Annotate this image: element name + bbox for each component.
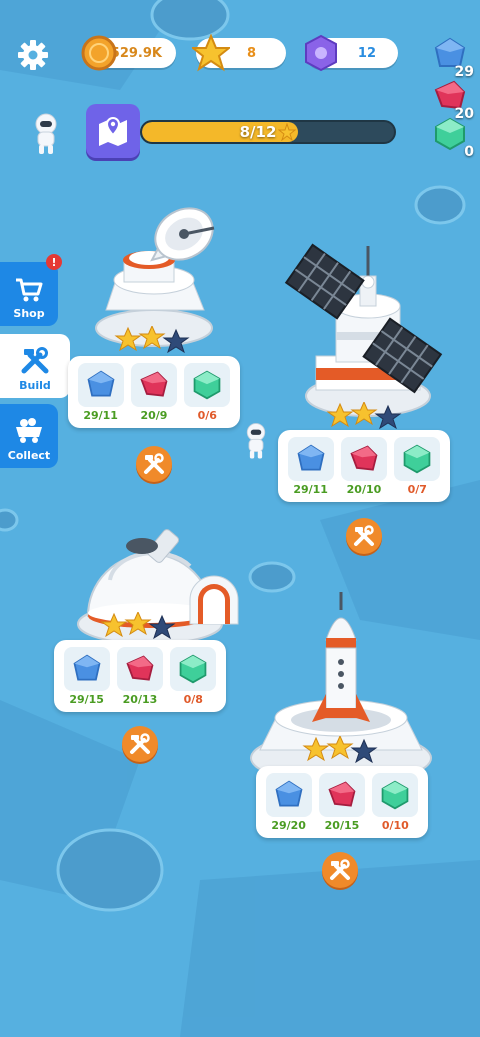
blue-crystal-progress: 29/20	[271, 818, 306, 832]
rocket-launchpad-stars	[302, 736, 378, 764]
moon-surface-background	[0, 0, 480, 1037]
build-label: Build	[19, 379, 51, 392]
progress-star-icon	[278, 123, 297, 141]
red-crystal-requirement: 20/15	[318, 772, 366, 832]
coin-counter: 529.9K	[81, 35, 176, 71]
teal-crystal-requirement: 0/6	[183, 362, 231, 422]
blue-crystal-requirement: 29/20	[265, 772, 313, 832]
red-crystal-icon	[140, 370, 168, 397]
blue-crystal-progress: 29/11	[293, 482, 328, 496]
red-crystal-progress: 20/15	[324, 818, 360, 832]
dome-observatory-requirements-card: 29/15 20/13 0/8	[54, 640, 226, 712]
solar-station-stars	[326, 402, 402, 430]
wrench-hammer-icon	[144, 453, 164, 474]
teal-crystal-icon	[403, 444, 431, 473]
blue-crystal-progress: 29/11	[83, 408, 118, 422]
shop-button[interactable]: Shop	[0, 262, 58, 326]
blue-crystal-icon	[87, 370, 115, 397]
blue-crystal-requirement: 29/11	[77, 362, 125, 422]
teal-crystal-icon	[193, 370, 221, 399]
teal-crystal-count: 0	[464, 144, 474, 160]
teal-crystal-requirement: 0/7	[393, 436, 441, 496]
teal-crystal-progress: 0/7	[407, 482, 427, 496]
wrench-hammer-icon	[354, 525, 374, 546]
teal-crystal-progress: 0/6	[197, 408, 217, 422]
coin-icon	[81, 35, 117, 71]
red-crystal-icon	[126, 654, 154, 681]
dome-observatory-stars	[100, 612, 176, 640]
teal-crystal-icon	[435, 117, 465, 151]
blue-crystal-requirement: 29/15	[63, 646, 111, 706]
mine-cart-icon	[16, 418, 42, 443]
rocket-launchpad-upgrade-button[interactable]	[322, 852, 358, 888]
red-crystal-icon	[328, 780, 356, 807]
astronaut-character	[35, 113, 57, 154]
blue-crystal-icon	[73, 654, 101, 681]
wrench-hammer-icon	[330, 859, 350, 880]
collect-label: Collect	[7, 449, 51, 462]
teal-crystal-icon	[381, 780, 409, 809]
wrench-hammer-icon	[130, 733, 150, 754]
radar-dish-requirements-card: 29/11 20/9 0/6	[68, 356, 240, 428]
gem-amount: 12	[357, 45, 376, 61]
solar-station-building[interactable]	[284, 236, 448, 426]
teal-crystal-icon	[179, 654, 207, 683]
map-pin-icon	[99, 116, 127, 146]
progress-text: 8/12	[239, 123, 277, 141]
build-button[interactable]: Build	[0, 334, 70, 398]
red-crystal-requirement: 20/13	[116, 646, 164, 706]
star-amount: 8	[246, 45, 256, 61]
dome-observatory-upgrade-button[interactable]	[122, 726, 158, 762]
red-crystal-requirement: 20/10	[340, 436, 388, 496]
astronaut-character	[246, 423, 266, 459]
radar-dish-upgrade-button[interactable]	[136, 446, 172, 482]
solar-station-upgrade-button[interactable]	[346, 518, 382, 554]
teal-crystal-resource: 0	[432, 116, 474, 160]
red-crystal-progress: 20/13	[122, 692, 158, 706]
radar-dish-stars	[114, 326, 190, 354]
teal-crystal-requirement: 0/8	[169, 646, 217, 706]
red-crystal-requirement: 20/9	[130, 362, 178, 422]
gem-counter: 12	[305, 34, 398, 72]
blue-crystal-progress: 29/15	[69, 692, 104, 706]
teal-crystal-progress: 0/10	[381, 818, 409, 832]
blue-crystal-requirement: 29/11	[287, 436, 335, 496]
collect-button[interactable]: Collect	[0, 404, 58, 468]
shop-label: Shop	[13, 307, 45, 320]
blue-crystal-icon	[297, 444, 325, 471]
build-tools-icon	[21, 347, 49, 374]
star-icon	[192, 34, 230, 72]
teal-crystal-progress: 0/8	[183, 692, 203, 706]
solar-station-requirements-card: 29/11 20/10 0/7	[278, 430, 450, 502]
blue-crystal-icon	[275, 780, 303, 807]
red-crystal-progress: 20/10	[346, 482, 382, 496]
teal-crystal-requirement: 0/10	[371, 772, 419, 832]
blue-crystal-resource: 29	[432, 36, 474, 80]
coin-amount: 529.9K	[110, 45, 162, 61]
shop-alert-badge: !	[46, 254, 62, 270]
shopping-cart-icon	[16, 278, 43, 302]
gem-hex-icon	[305, 34, 337, 72]
red-crystal-icon	[350, 444, 378, 471]
rocket-launchpad-requirements-card: 29/20 20/15 0/10	[256, 766, 428, 838]
map-button[interactable]	[86, 104, 140, 158]
red-crystal-progress: 20/9	[140, 408, 168, 422]
red-crystal-resource: 20	[432, 78, 474, 122]
star-counter: 8	[192, 34, 286, 72]
settings-gear-icon[interactable]	[16, 38, 50, 72]
